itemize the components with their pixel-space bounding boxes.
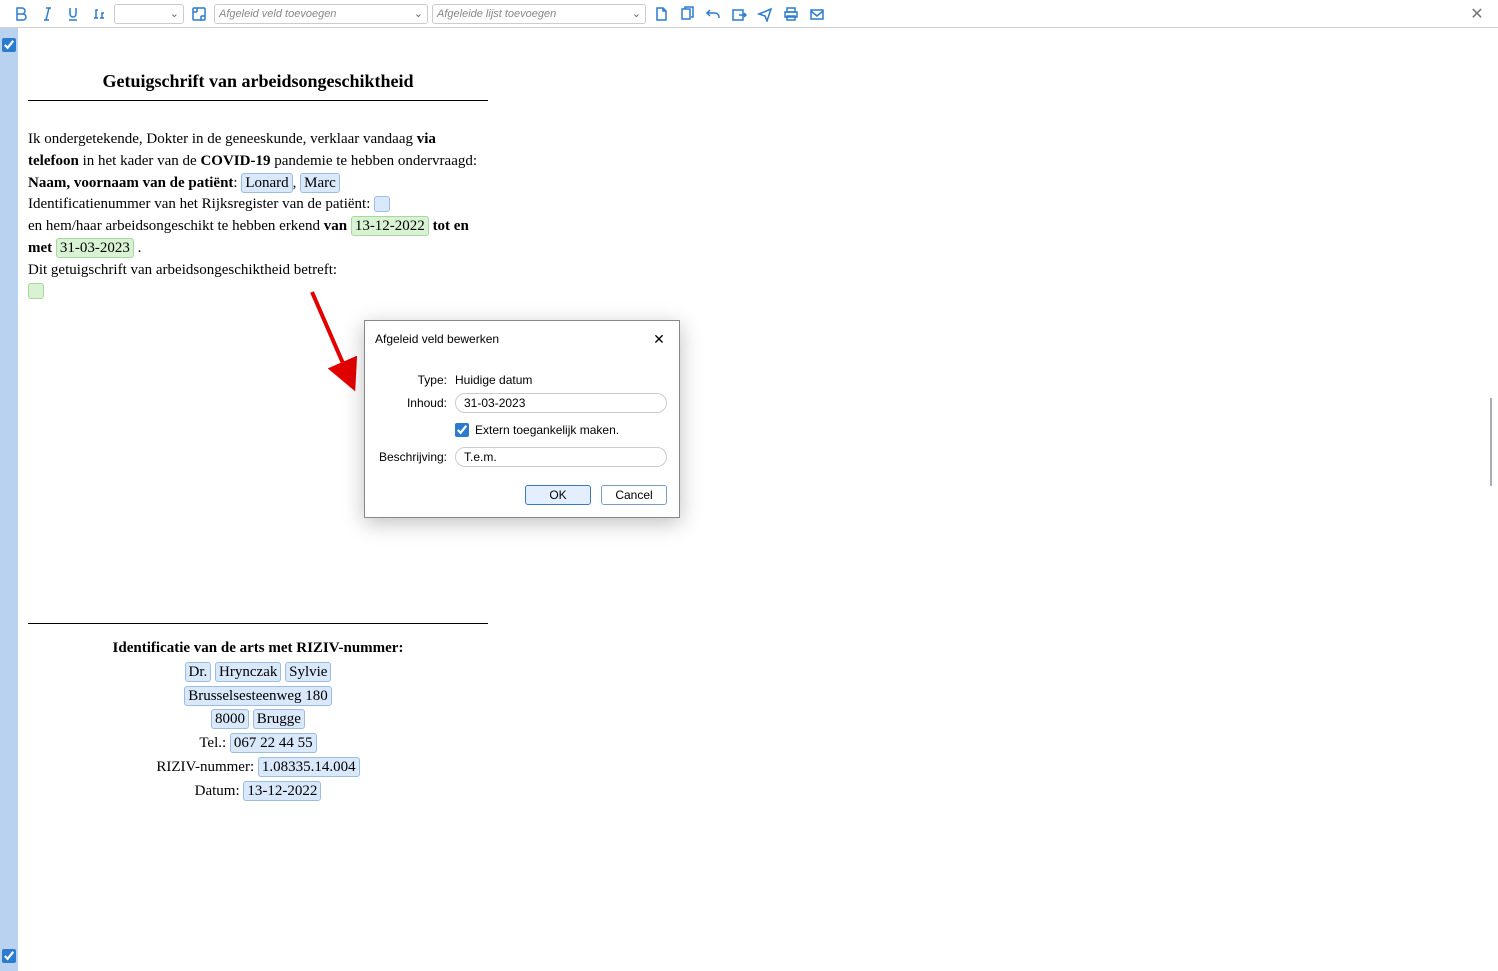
paragraph-name: Naam, voornaam van de patiënt: Lonard, M… — [28, 173, 488, 195]
section-checkbox-top[interactable] — [2, 38, 16, 52]
field-doc-firstname[interactable]: Sylvie — [285, 662, 331, 682]
cancel-button[interactable]: Cancel — [601, 485, 667, 505]
footer-tel-line: Tel.: 067 22 44 55 — [28, 733, 488, 755]
toolbar: ⌄ Afgeleid veld toevoegen ⌄ Afgeleide li… — [0, 0, 1498, 28]
field-date-from[interactable]: 13-12-2022 — [351, 216, 429, 236]
dialog-row-desc: Beschrijving: — [377, 447, 667, 467]
type-label: Type: — [377, 373, 447, 387]
chevron-down-icon: ⌄ — [170, 7, 179, 20]
section-checkbox-bottom[interactable] — [2, 949, 16, 963]
dialog-footer: OK Cancel — [365, 481, 679, 517]
undo-button[interactable] — [702, 3, 724, 25]
underline-button[interactable] — [62, 3, 84, 25]
desc-label: Beschrijving: — [377, 450, 447, 464]
field-tel[interactable]: 067 22 44 55 — [230, 733, 317, 753]
text-format-button[interactable] — [88, 3, 110, 25]
field-date[interactable]: 13-12-2022 — [243, 781, 321, 801]
dialog-row-extern: Extern toegankelijk maken. — [455, 423, 667, 437]
text: in het kader van de — [83, 153, 201, 169]
field-subject[interactable] — [28, 283, 44, 299]
font-select[interactable]: ⌄ — [114, 4, 184, 24]
print-button[interactable] — [780, 3, 802, 25]
text-bold: van — [324, 218, 347, 234]
text: Dit getuigschrift van arbeidsongeschikth… — [28, 262, 337, 278]
name-label: Naam, voornaam van de patiënt — [28, 175, 233, 191]
scrollbar-thumb[interactable] — [1490, 398, 1492, 486]
derived-field-label: Afgeleid veld toevoegen — [219, 8, 336, 20]
field-title[interactable]: Dr. — [185, 662, 212, 682]
content-input[interactable] — [455, 393, 667, 413]
workspace: Getuigschrift van arbeidsongeschiktheid … — [0, 28, 1498, 971]
field-zip[interactable]: 8000 — [211, 709, 249, 729]
send-button[interactable] — [754, 3, 776, 25]
rrn-label: Identificatienummer van het Rijksregiste… — [28, 196, 374, 212]
text: . — [134, 240, 142, 256]
extern-checkbox[interactable] — [455, 423, 469, 437]
footer-header: Identificatie van de arts met RIZIV-numm… — [28, 638, 488, 660]
paragraph-subject: Dit getuigschrift van arbeidsongeschikth… — [28, 260, 488, 282]
field-rrn[interactable] — [374, 196, 390, 212]
close-icon[interactable]: ✕ — [1466, 3, 1488, 25]
document-area: Getuigschrift van arbeidsongeschiktheid … — [18, 28, 1498, 971]
tel-label: Tel.: — [199, 735, 230, 751]
footer-date-line: Datum: 13-12-2022 — [28, 781, 488, 803]
gutter — [0, 28, 18, 971]
dialog-body: Type: Huidige datum Inhoud: Extern toega… — [365, 357, 679, 481]
chevron-down-icon: ⌄ — [632, 7, 641, 20]
bold-button[interactable] — [10, 3, 32, 25]
date-label: Datum: — [195, 783, 244, 799]
derived-list-select[interactable]: Afgeleide lijst toevoegen ⌄ — [432, 4, 646, 24]
ok-button[interactable]: OK — [525, 485, 591, 505]
paragraph-intro: Ik ondergetekende, Dokter in de geneesku… — [28, 129, 488, 173]
page-title: Getuigschrift van arbeidsongeschiktheid — [28, 68, 488, 101]
chevron-down-icon: ⌄ — [414, 7, 423, 20]
type-value: Huidige datum — [455, 373, 667, 387]
paragraph-dates: en hem/haar arbeidsongeschikt te hebben … — [28, 216, 488, 260]
dialog-row-content: Inhoud: — [377, 393, 667, 413]
footer-name-line: Dr. Hrynczak Sylvie — [28, 662, 488, 684]
field-riziv[interactable]: 1.08335.14.004 — [258, 757, 360, 777]
dialog-close-button[interactable]: ✕ — [649, 329, 669, 349]
edit-field-dialog: Afgeleid veld bewerken ✕ Type: Huidige d… — [364, 320, 680, 518]
new-page-button[interactable] — [650, 3, 672, 25]
footer-riziv-line: RIZIV-nummer: 1.08335.14.004 — [28, 757, 488, 779]
field-street[interactable]: Brusselsesteenweg 180 — [184, 686, 332, 706]
field-lastname[interactable]: Lonard — [241, 173, 292, 193]
scrollbar-area — [1484, 28, 1498, 971]
footer-street-line: Brusselsesteenweg 180 — [28, 686, 488, 708]
text-bold: COVID-19 — [200, 153, 270, 169]
field-date-to[interactable]: 31-03-2023 — [56, 238, 134, 258]
derived-field-select[interactable]: Afgeleid veld toevoegen ⌄ — [214, 4, 428, 24]
dialog-title: Afgeleid veld bewerken — [375, 332, 499, 346]
text: , — [293, 175, 301, 191]
field-firstname[interactable]: Marc — [300, 173, 340, 193]
paragraph-subject-field — [28, 281, 488, 303]
export-button[interactable] — [728, 3, 750, 25]
text: pandemie te hebben ondervraagd: — [274, 153, 477, 169]
extern-label: Extern toegankelijk maken. — [475, 423, 619, 437]
insert-field-button[interactable] — [188, 3, 210, 25]
text: en hem/haar arbeidsongeschikt te hebben … — [28, 218, 324, 234]
content-label: Inhoud: — [377, 396, 447, 410]
dialog-row-type: Type: Huidige datum — [377, 373, 667, 387]
field-doc-lastname[interactable]: Hrynczak — [215, 662, 281, 682]
desc-input[interactable] — [455, 447, 667, 467]
derived-list-label: Afgeleide lijst toevoegen — [437, 8, 556, 20]
dialog-header: Afgeleid veld bewerken ✕ — [365, 321, 679, 357]
riziv-label: RIZIV-nummer: — [156, 759, 258, 775]
footer-city-line: 8000 Brugge — [28, 709, 488, 731]
mail-button[interactable] — [806, 3, 828, 25]
paragraph-rrn: Identificatienummer van het Rijksregiste… — [28, 194, 488, 216]
doctor-identification: Identificatie van de arts met RIZIV-numm… — [28, 623, 488, 802]
italic-button[interactable] — [36, 3, 58, 25]
copy-button[interactable] — [676, 3, 698, 25]
field-city[interactable]: Brugge — [253, 709, 305, 729]
text: Ik ondergetekende, Dokter in de geneesku… — [28, 131, 417, 147]
